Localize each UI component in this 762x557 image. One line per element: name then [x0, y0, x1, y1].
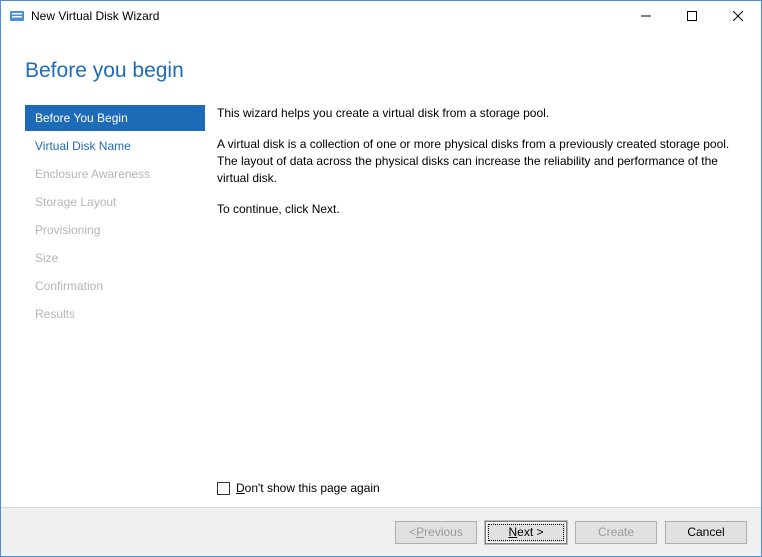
nav-confirmation: Confirmation [25, 273, 205, 299]
body-area: Before You Begin Virtual Disk Name Enclo… [1, 99, 761, 507]
page-title: Before you begin [25, 59, 761, 83]
close-button[interactable] [715, 1, 761, 31]
content-spacer [217, 232, 733, 481]
next-button[interactable]: Next > [485, 521, 567, 544]
wizard-nav: Before You Begin Virtual Disk Name Enclo… [25, 99, 205, 507]
nav-results: Results [25, 301, 205, 327]
intro-paragraph-2: A virtual disk is a collection of one or… [217, 136, 733, 187]
intro-paragraph-1: This wizard helps you create a virtual d… [217, 105, 733, 122]
intro-paragraph-3: To continue, click Next. [217, 201, 733, 218]
nav-virtual-disk-name[interactable]: Virtual Disk Name [25, 133, 205, 159]
nav-size: Size [25, 245, 205, 271]
nav-before-you-begin[interactable]: Before You Begin [25, 105, 205, 131]
client-area: Before you begin Before You Begin Virtua… [1, 31, 761, 556]
window-controls [623, 1, 761, 31]
footer-buttons: < Previous Next > Create Cancel [1, 508, 761, 556]
minimize-button[interactable] [623, 1, 669, 31]
dont-show-again-container: Don't show this page again [217, 481, 733, 495]
dont-show-again-checkbox[interactable] [217, 482, 230, 495]
header-area: Before you begin [1, 31, 761, 99]
nav-enclosure-awareness: Enclosure Awareness [25, 161, 205, 187]
app-icon [9, 8, 25, 24]
nav-storage-layout: Storage Layout [25, 189, 205, 215]
window-title: New Virtual Disk Wizard [31, 9, 623, 23]
content-pane: This wizard helps you create a virtual d… [205, 99, 737, 507]
maximize-button[interactable] [669, 1, 715, 31]
create-button: Create [575, 521, 657, 544]
dont-show-again-label[interactable]: Don't show this page again [236, 481, 380, 495]
titlebar: New Virtual Disk Wizard [1, 1, 761, 31]
cancel-button[interactable]: Cancel [665, 521, 747, 544]
wizard-window: New Virtual Disk Wizard Before you begin… [0, 0, 762, 557]
previous-button: < Previous [395, 521, 477, 544]
nav-provisioning: Provisioning [25, 217, 205, 243]
